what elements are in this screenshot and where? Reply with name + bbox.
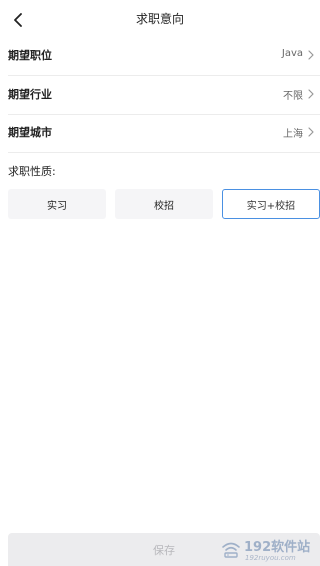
row-label: 期望行业 — [8, 88, 52, 101]
job-type-title: 求职性质: — [8, 165, 56, 178]
row-label: 期望城市 — [8, 126, 52, 139]
option-internship[interactable]: 实习 — [8, 189, 106, 219]
option-campus-recruit[interactable]: 校招 — [115, 189, 213, 219]
chevron-right-icon — [308, 89, 314, 99]
row-value: Java — [281, 48, 303, 59]
row-value: 上海 — [283, 129, 303, 140]
wifi-router-icon — [222, 542, 240, 558]
chevron-right-icon — [308, 127, 314, 137]
row-expected-position[interactable]: 期望职位 Java — [8, 37, 320, 76]
watermark-text: 192软件站 — [244, 540, 311, 555]
option-internship-and-campus[interactable]: 实习+校招 — [222, 189, 320, 219]
chevron-right-icon — [308, 50, 314, 60]
navbar: 求职意向 — [0, 0, 320, 40]
row-value: 不限 — [283, 91, 303, 102]
row-expected-city[interactable]: 期望城市 上海 — [8, 114, 320, 153]
row-expected-industry[interactable]: 期望行业 不限 — [8, 76, 320, 115]
row-label: 期望职位 — [8, 49, 52, 62]
watermark-subtext: 192ruyou.com — [245, 554, 296, 562]
watermark: 192软件站 192ruyou.com — [218, 534, 318, 566]
page-title: 求职意向 — [135, 12, 184, 26]
